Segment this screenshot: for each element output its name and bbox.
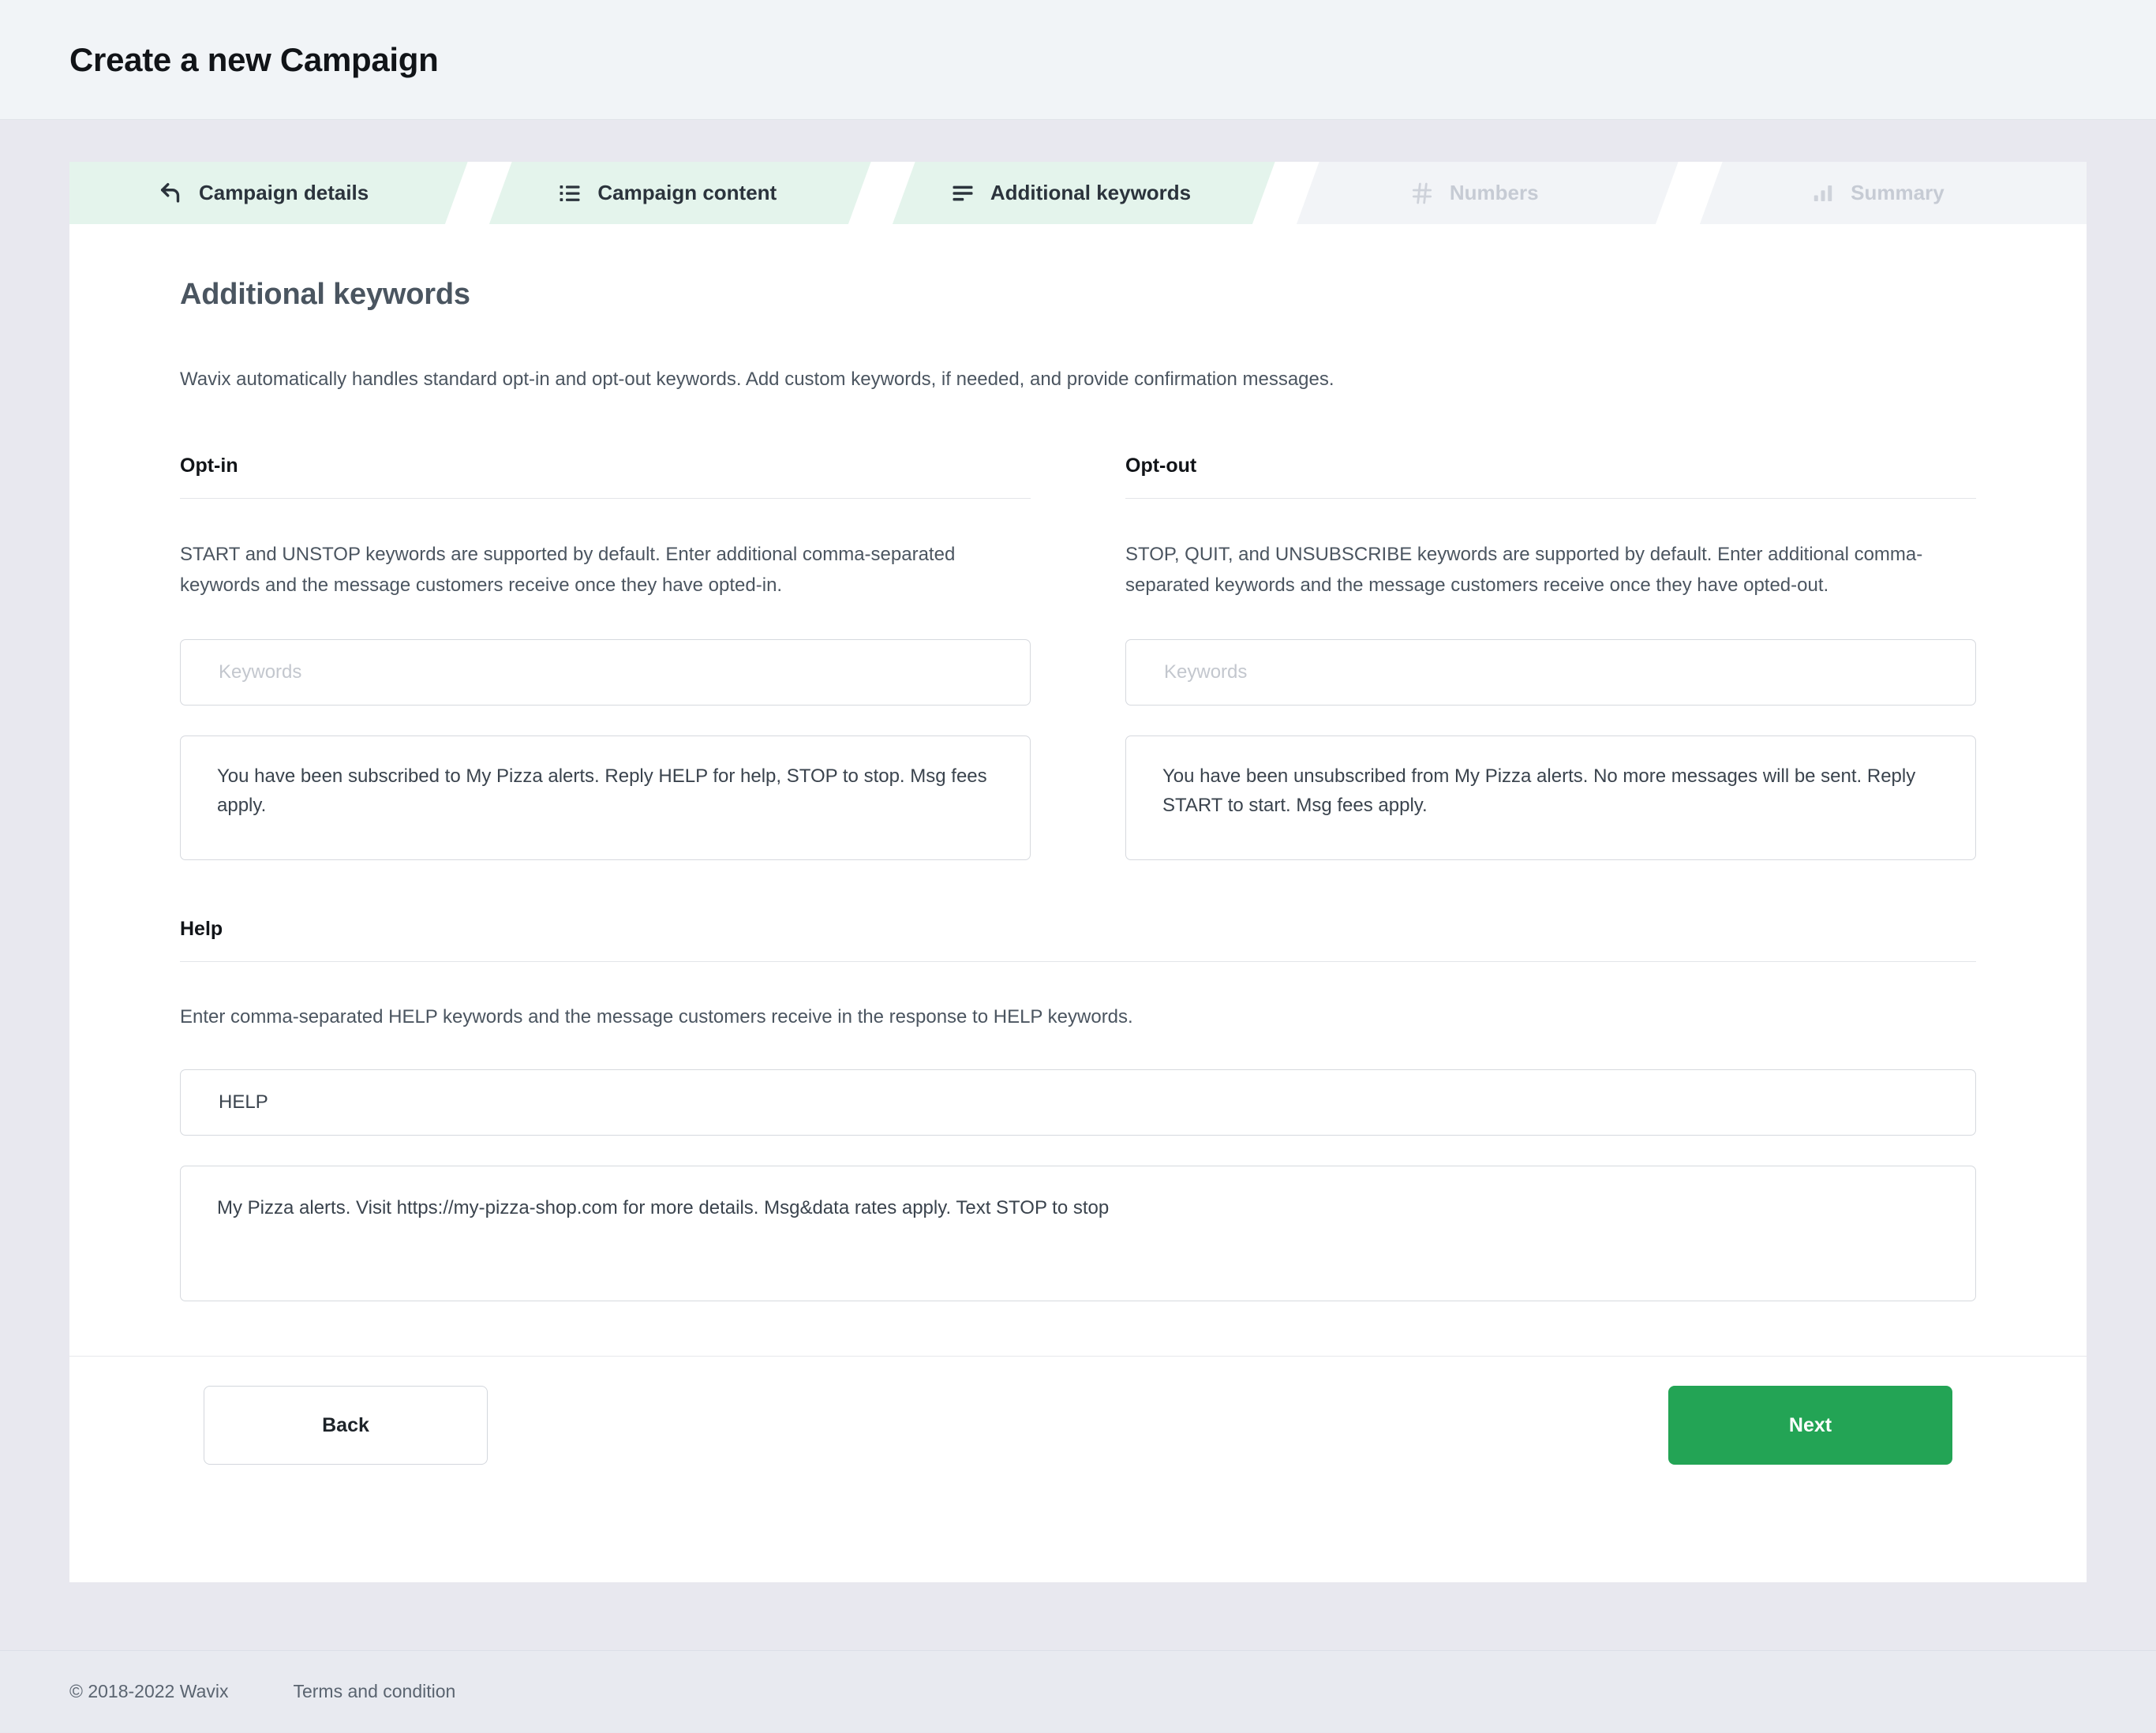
back-button[interactable]: Back [204, 1386, 488, 1465]
help-description: Enter comma-separated HELP keywords and … [180, 1005, 1133, 1027]
optin-optout-columns: Opt-in START and UNSTOP keywords are sup… [180, 455, 1976, 864]
wizard-stepper: Campaign details Campaign content Additi… [69, 162, 2087, 224]
step-summary[interactable]: Summary [1683, 162, 2087, 224]
card-content: Additional keywords Wavix automatically … [69, 224, 2087, 1305]
app-header: Create a new Campaign [0, 0, 2156, 120]
wizard-actions: Back Next [69, 1355, 2087, 1495]
page-title: Create a new Campaign [69, 40, 439, 78]
align-left-icon [949, 180, 976, 207]
page-body: Campaign details Campaign content Additi… [0, 120, 2156, 1650]
optout-keywords-input[interactable] [1125, 638, 1976, 706]
step-campaign-content[interactable]: Campaign content [473, 162, 919, 224]
help-keywords-input[interactable] [180, 1069, 1976, 1136]
step-campaign-details[interactable]: Campaign details [69, 162, 516, 224]
help-message-textarea[interactable] [180, 1165, 1976, 1301]
optin-heading: Opt-in [180, 455, 1031, 499]
step-label: Campaign content [597, 181, 777, 204]
optout-description: STOP, QUIT, and UNSUBSCRIBE keywords are… [1125, 544, 1923, 596]
optout-message-textarea[interactable] [1125, 735, 1976, 860]
step-label: Campaign details [198, 181, 369, 204]
section-title: Additional keywords [180, 278, 470, 311]
help-section: Help Enter comma-separated HELP keywords… [180, 918, 1976, 1305]
step-label: Numbers [1449, 181, 1539, 204]
optout-column: Opt-out STOP, QUIT, and UNSUBSCRIBE keyw… [1125, 455, 1976, 864]
hash-icon [1409, 180, 1435, 207]
optin-description: START and UNSTOP keywords are supported … [180, 544, 956, 596]
copyright-text: © 2018-2022 Wavix [69, 1681, 229, 1701]
page-footer: © 2018-2022 Wavix Terms and condition [0, 1650, 2156, 1732]
optout-heading: Opt-out [1125, 455, 1976, 499]
optin-column: Opt-in START and UNSTOP keywords are sup… [180, 455, 1031, 864]
step-label: Additional keywords [990, 181, 1192, 204]
terms-link[interactable]: Terms and condition [293, 1681, 455, 1702]
back-arrow-icon [158, 180, 185, 207]
section-description: Wavix automatically handles standard opt… [180, 369, 1334, 390]
bullet-list-icon [556, 180, 583, 207]
optin-message-textarea[interactable] [180, 735, 1031, 860]
step-additional-keywords[interactable]: Additional keywords [876, 162, 1323, 224]
step-label: Summary [1851, 181, 1945, 204]
help-heading: Help [180, 918, 1976, 962]
step-numbers[interactable]: Numbers [1279, 162, 1726, 224]
optin-keywords-input[interactable] [180, 638, 1031, 706]
bar-chart-icon [1810, 180, 1836, 207]
next-button[interactable]: Next [1668, 1386, 1952, 1465]
wizard-card: Campaign details Campaign content Additi… [69, 162, 2087, 1582]
